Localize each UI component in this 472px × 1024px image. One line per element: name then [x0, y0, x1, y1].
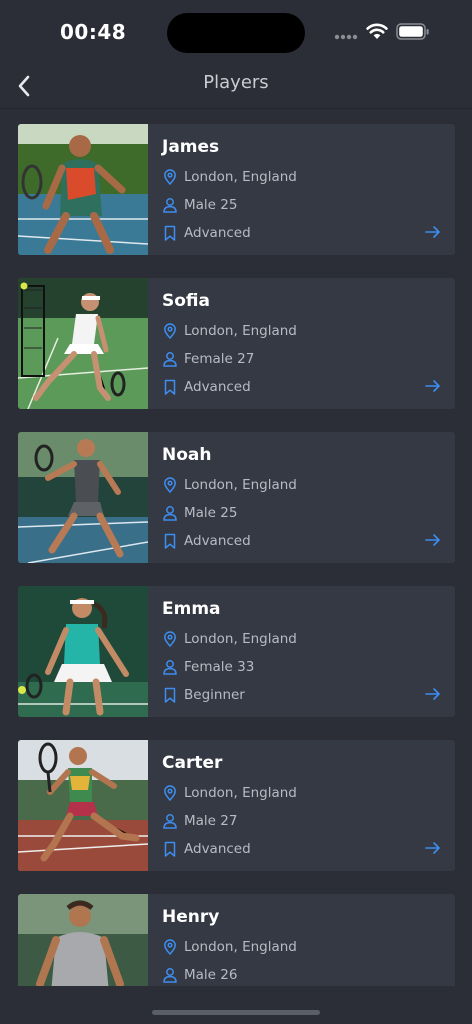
player-photo [18, 586, 148, 717]
location-text: London, England [184, 323, 297, 339]
location-text: London, England [184, 785, 297, 801]
player-location: London, England [162, 168, 297, 186]
gender-age-text: Male 26 [184, 967, 238, 983]
wifi-icon [366, 23, 388, 39]
gender-age-text: Male 25 [184, 197, 238, 213]
player-location: London, England [162, 476, 297, 494]
gender-age-text: Male 25 [184, 505, 238, 521]
gender-age-text: Female 27 [184, 351, 255, 367]
location-pin-icon [164, 169, 176, 185]
player-card[interactable]: Henry London, England Male 26 [18, 894, 455, 986]
location-pin-icon [164, 477, 176, 493]
gender-age-text: Male 27 [184, 813, 238, 829]
level-text: Advanced [184, 225, 251, 241]
dynamic-island [167, 13, 305, 53]
player-level: Advanced [162, 224, 251, 242]
level-text: Advanced [184, 379, 251, 395]
player-name: James [162, 137, 220, 157]
level-text: Advanced [184, 841, 251, 857]
cellular-signal-icon [334, 34, 358, 40]
player-location: London, England [162, 630, 297, 648]
battery-icon [396, 23, 429, 40]
player-name: Emma [162, 599, 221, 619]
level-text: Beginner [184, 687, 245, 703]
player-level: Advanced [162, 840, 251, 858]
level-text: Advanced [184, 533, 251, 549]
player-info: Male 25 [162, 196, 237, 214]
player-level: Advanced [162, 532, 251, 550]
player-info: Female 33 [162, 658, 254, 676]
person-icon [163, 660, 177, 675]
arrow-right-icon[interactable] [425, 841, 441, 855]
status-bar: 00:48 [0, 0, 472, 64]
person-icon [163, 506, 177, 521]
player-info: Female 27 [162, 350, 254, 368]
bookmark-icon [164, 379, 176, 395]
player-photo [18, 432, 148, 563]
gender-age-text: Female 33 [184, 659, 255, 675]
person-icon [163, 968, 177, 983]
location-text: London, England [184, 169, 297, 185]
status-time: 00:48 [60, 20, 127, 44]
location-text: London, England [184, 939, 297, 955]
player-level: Advanced [162, 378, 251, 396]
player-name: Sofia [162, 291, 210, 311]
player-name: Carter [162, 753, 223, 773]
player-info: Male 25 [162, 504, 237, 522]
bookmark-icon [164, 687, 176, 703]
person-icon [163, 198, 177, 213]
location-text: London, England [184, 477, 297, 493]
location-pin-icon [164, 323, 176, 339]
player-location: London, England [162, 784, 297, 802]
player-photo [18, 278, 148, 409]
player-card[interactable]: James London, England Male 25 Advanced [18, 124, 455, 255]
location-pin-icon [164, 631, 176, 647]
player-photo [18, 740, 148, 871]
player-location: London, England [162, 322, 297, 340]
person-icon [163, 814, 177, 829]
arrow-right-icon[interactable] [425, 225, 441, 239]
player-level: Beginner [162, 686, 245, 704]
location-pin-icon [164, 939, 176, 955]
player-photo [18, 894, 148, 986]
navigation-bar: Players [0, 64, 472, 109]
arrow-right-icon[interactable] [425, 379, 441, 393]
page-title: Players [203, 72, 269, 93]
bookmark-icon [164, 533, 176, 549]
player-card[interactable]: Noah London, England Male 25 Advanced [18, 432, 455, 563]
bookmark-icon [164, 225, 176, 241]
player-info: Male 27 [162, 812, 237, 830]
bottom-safe-area [0, 986, 472, 1024]
person-icon [163, 352, 177, 367]
player-location: London, England [162, 938, 297, 956]
player-info: Male 26 [162, 966, 237, 984]
player-photo [18, 124, 148, 255]
player-card[interactable]: Sofia London, England Female 27 Advanced [18, 278, 455, 409]
location-text: London, England [184, 631, 297, 647]
player-card[interactable]: Emma London, England Female 33 Beginner [18, 586, 455, 717]
arrow-right-icon[interactable] [425, 533, 441, 547]
location-pin-icon [164, 785, 176, 801]
players-list: James London, England Male 25 Advanced S… [18, 124, 455, 986]
arrow-right-icon[interactable] [425, 687, 441, 701]
player-name: Noah [162, 445, 212, 465]
player-name: Henry [162, 907, 220, 927]
player-card[interactable]: Carter London, England Male 27 Advanced [18, 740, 455, 871]
bookmark-icon [164, 841, 176, 857]
home-indicator[interactable] [152, 1010, 320, 1015]
